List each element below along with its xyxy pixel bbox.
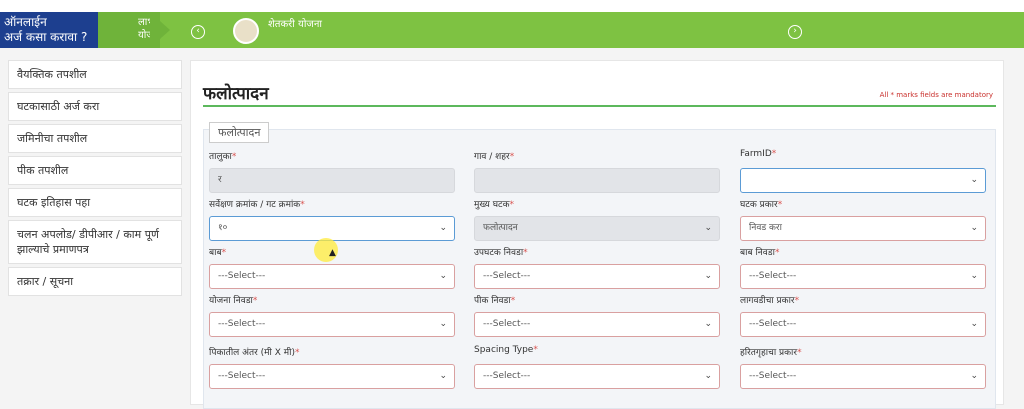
field-scheme: योजना निवडा* ---Select--- ⌄ xyxy=(209,293,455,337)
sidebar: वैयक्तिक तपशील घटकासाठी अर्ज करा जमिनीचा… xyxy=(8,60,182,299)
mandatory-note: All * marks fields are mandatory xyxy=(879,91,993,99)
field-sub-component: उपघटक निवडा* ---Select--- ⌄ xyxy=(474,245,720,289)
item-choose-select[interactable]: ---Select--- ⌄ xyxy=(740,264,986,289)
field-village: गाव / शहर* xyxy=(474,149,720,193)
greenhouse-type-select[interactable]: ---Select--- ⌄ xyxy=(740,364,986,389)
sidebar-item-complaint[interactable]: तक्रार / सूचना xyxy=(8,267,182,296)
label-village: गाव / शहर xyxy=(474,152,510,162)
farmer-scheme-icon[interactable] xyxy=(233,18,259,44)
item-choose-value: ---Select--- xyxy=(749,271,797,281)
main-component-value: फलोत्पादन xyxy=(483,223,518,233)
header-bar: ऑनलाईन अर्ज कसा करावा ? लाभ योजना ‹ शेतक… xyxy=(0,12,1024,48)
next-arrow-icon[interactable]: › xyxy=(788,25,802,39)
form-panel: फलोत्पादन All * marks fields are mandato… xyxy=(190,60,1004,409)
chevron-down-icon: ⌄ xyxy=(970,223,978,233)
label-item-choose: बाब निवडा xyxy=(740,248,775,258)
chevron-down-icon: ⌄ xyxy=(439,223,447,233)
chevron-down-icon: ⌄ xyxy=(704,223,712,233)
village-select[interactable] xyxy=(474,168,720,193)
sidebar-item-apply-component[interactable]: घटकासाठी अर्ज करा xyxy=(8,92,182,121)
label-scheme: योजना निवडा xyxy=(209,296,253,306)
item-select[interactable]: ---Select--- ⌄ xyxy=(209,264,455,289)
online-apply-link[interactable]: ऑनलाईन अर्ज कसा करावा ? xyxy=(0,12,98,48)
crop-spacing-value: ---Select--- xyxy=(218,371,266,381)
label-item: बाब xyxy=(209,248,222,258)
field-spacing-type: Spacing Type* ---Select--- ⌄ xyxy=(474,345,720,389)
mouse-pointer-icon: ▲ xyxy=(329,248,336,258)
label-crop-spacing: पिकातील अंतर (मी X मी) xyxy=(209,348,295,358)
sidebar-item-personal-details[interactable]: वैयक्तिक तपशील xyxy=(8,60,182,89)
greenhouse-type-value: ---Select--- xyxy=(749,371,797,381)
sidebar-item-challan-upload[interactable]: चलन अपलोड/ डीपीआर / काम पूर्ण झाल्याचे प… xyxy=(8,220,182,264)
sidebar-item-component-history[interactable]: घटक इतिहास पहा xyxy=(8,188,182,217)
main-component-select[interactable]: फलोत्पादन ⌄ xyxy=(474,216,720,241)
field-main-component: मुख्य घटक* फलोत्पादन ⌄ xyxy=(474,197,720,241)
field-taluka: तालुका* र xyxy=(209,149,455,193)
prev-arrow-icon[interactable]: ‹ xyxy=(191,25,205,39)
sidebar-item-land-details[interactable]: जमिनीचा तपशील xyxy=(8,124,182,153)
chevron-down-icon: ⌄ xyxy=(970,175,978,185)
field-greenhouse-type: हरितगृहाचा प्रकार* ---Select--- ⌄ xyxy=(740,345,986,389)
label-survey-number: सर्वेक्षण क्रमांक / गट क्रमांक xyxy=(209,200,301,210)
label-greenhouse-type: हरितगृहाचा प्रकार xyxy=(740,348,798,358)
field-cultivation-type: लागवडीचा प्रकार* ---Select--- ⌄ xyxy=(740,293,986,337)
cultivation-type-select[interactable]: ---Select--- ⌄ xyxy=(740,312,986,337)
scheme-select[interactable]: ---Select--- ⌄ xyxy=(209,312,455,337)
survey-number-value: १० xyxy=(218,223,228,233)
crop-select[interactable]: ---Select--- ⌄ xyxy=(474,312,720,337)
emblem-icon xyxy=(6,0,40,12)
component-type-select[interactable]: निवड करा ⌄ xyxy=(740,216,986,241)
crop-spacing-select[interactable]: ---Select--- ⌄ xyxy=(209,364,455,389)
chevron-down-icon: ⌄ xyxy=(970,271,978,281)
field-item-choose: बाब निवडा* ---Select--- ⌄ xyxy=(740,245,986,289)
chevron-down-icon: ⌄ xyxy=(704,319,712,329)
farmid-select[interactable]: ⌄ xyxy=(740,168,986,193)
top-strip xyxy=(0,0,1024,12)
field-crop-spacing: पिकातील अंतर (मी X मी)* ---Select--- ⌄ xyxy=(209,345,455,389)
field-crop: पीक निवडा* ---Select--- ⌄ xyxy=(474,293,720,337)
chevron-down-icon: ⌄ xyxy=(704,271,712,281)
field-survey-number: सर्वेक्षण क्रमांक / गट क्रमांक* १० ⌄ xyxy=(209,197,455,241)
page-title: फलोत्पादन xyxy=(203,84,269,104)
online-line-1: ऑनलाईन xyxy=(4,15,47,29)
sub-component-value: ---Select--- xyxy=(483,271,531,281)
component-type-value: निवड करा xyxy=(749,223,782,233)
chevron-down-icon: ⌄ xyxy=(970,319,978,329)
label-crop: पीक निवडा xyxy=(474,296,511,306)
label-spacing-type: Spacing Type xyxy=(474,345,534,355)
scheme-value: ---Select--- xyxy=(218,319,266,329)
sub-component-select[interactable]: ---Select--- ⌄ xyxy=(474,264,720,289)
survey-number-select[interactable]: १० ⌄ xyxy=(209,216,455,241)
fieldset-legend: फलोत्पादन xyxy=(209,122,270,143)
crop-value: ---Select--- xyxy=(483,319,531,329)
label-farmid: FarmID xyxy=(740,149,772,159)
item-value: ---Select--- xyxy=(218,271,266,281)
chevron-down-icon: ⌄ xyxy=(439,319,447,329)
spacing-type-value: ---Select--- xyxy=(483,371,531,381)
scheme-label[interactable]: शेतकरी योजना xyxy=(268,16,322,30)
cultivation-type-value: ---Select--- xyxy=(749,319,797,329)
taluka-value: र xyxy=(218,175,222,185)
sidebar-item-crop-details[interactable]: पीक तपशील xyxy=(8,156,182,185)
chevron-down-icon: ⌄ xyxy=(970,371,978,381)
chevron-down-icon: ⌄ xyxy=(439,371,447,381)
field-farmid: FarmID* ⌄ xyxy=(740,149,986,193)
label-taluka: तालुका xyxy=(209,152,232,162)
taluka-select[interactable]: र xyxy=(209,168,455,193)
chevron-down-icon: ⌄ xyxy=(704,371,712,381)
header-chevron-shape xyxy=(150,12,170,48)
label-sub-component: उपघटक निवडा xyxy=(474,248,524,258)
label-cultivation-type: लागवडीचा प्रकार xyxy=(740,296,795,306)
title-underline xyxy=(203,105,996,107)
chevron-down-icon: ⌄ xyxy=(439,271,447,281)
spacing-type-select[interactable]: ---Select--- ⌄ xyxy=(474,364,720,389)
online-line-2: अर्ज कसा करावा ? xyxy=(4,30,88,44)
label-main-component: मुख्य घटक xyxy=(474,200,510,210)
label-component-type: घटक प्रकार xyxy=(740,200,778,210)
field-component-type: घटक प्रकार* निवड करा ⌄ xyxy=(740,197,986,241)
